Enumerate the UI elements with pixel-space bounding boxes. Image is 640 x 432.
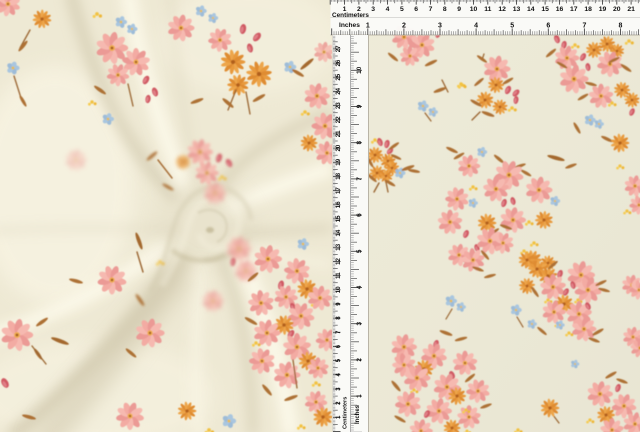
- svg-text:13: 13: [335, 243, 342, 250]
- svg-text:20: 20: [613, 6, 621, 13]
- svg-text:3: 3: [438, 22, 442, 29]
- svg-text:20: 20: [335, 144, 342, 151]
- svg-text:5: 5: [356, 249, 363, 253]
- svg-text:10: 10: [335, 286, 342, 293]
- svg-text:15: 15: [335, 215, 342, 222]
- svg-text:6: 6: [414, 6, 418, 13]
- svg-text:23: 23: [335, 102, 342, 109]
- svg-text:4: 4: [386, 6, 390, 13]
- svg-text:16: 16: [335, 201, 342, 208]
- svg-text:Centimeters: Centimeters: [343, 397, 349, 429]
- svg-text:5: 5: [400, 6, 404, 13]
- svg-text:Inches: Inches: [355, 404, 361, 424]
- svg-text:7: 7: [429, 6, 433, 13]
- svg-text:12: 12: [498, 6, 506, 13]
- svg-text:21: 21: [627, 6, 635, 13]
- svg-text:21: 21: [335, 130, 342, 137]
- svg-text:8: 8: [356, 140, 363, 144]
- svg-text:16: 16: [556, 6, 564, 13]
- svg-text:1: 1: [366, 22, 370, 29]
- svg-text:11: 11: [335, 272, 342, 279]
- svg-text:14: 14: [335, 229, 342, 236]
- svg-text:10: 10: [470, 6, 478, 13]
- svg-text:24: 24: [335, 87, 342, 94]
- svg-text:6: 6: [546, 22, 550, 29]
- svg-text:8: 8: [443, 6, 447, 13]
- svg-text:3: 3: [356, 321, 363, 325]
- svg-text:4: 4: [474, 22, 478, 29]
- svg-text:13: 13: [513, 6, 521, 13]
- svg-text:2: 2: [356, 358, 363, 362]
- svg-text:22: 22: [335, 116, 342, 123]
- svg-text:5: 5: [510, 22, 514, 29]
- svg-text:4: 4: [356, 285, 363, 289]
- svg-text:7: 7: [356, 177, 363, 181]
- svg-text:Centimeters: Centimeters: [332, 12, 369, 19]
- svg-text:12: 12: [335, 258, 342, 265]
- svg-text:Inches: Inches: [339, 22, 360, 29]
- svg-text:9: 9: [356, 104, 363, 108]
- svg-text:10: 10: [356, 66, 363, 74]
- svg-text:9: 9: [457, 6, 461, 13]
- svg-text:19: 19: [335, 158, 342, 165]
- svg-text:27: 27: [335, 45, 342, 52]
- svg-text:18: 18: [584, 6, 592, 13]
- svg-text:1: 1: [356, 394, 363, 398]
- svg-text:3: 3: [371, 6, 375, 13]
- svg-text:11: 11: [484, 6, 491, 13]
- svg-text:17: 17: [570, 6, 578, 13]
- svg-text:25: 25: [335, 73, 342, 80]
- svg-text:19: 19: [599, 6, 607, 13]
- svg-text:2: 2: [402, 22, 406, 29]
- svg-text:6: 6: [356, 213, 363, 217]
- svg-text:17: 17: [335, 187, 342, 194]
- svg-text:8: 8: [619, 22, 623, 29]
- svg-text:18: 18: [335, 172, 342, 179]
- svg-text:7: 7: [582, 22, 586, 29]
- svg-text:14: 14: [527, 6, 535, 13]
- svg-text:15: 15: [541, 6, 549, 13]
- svg-text:26: 26: [335, 59, 342, 66]
